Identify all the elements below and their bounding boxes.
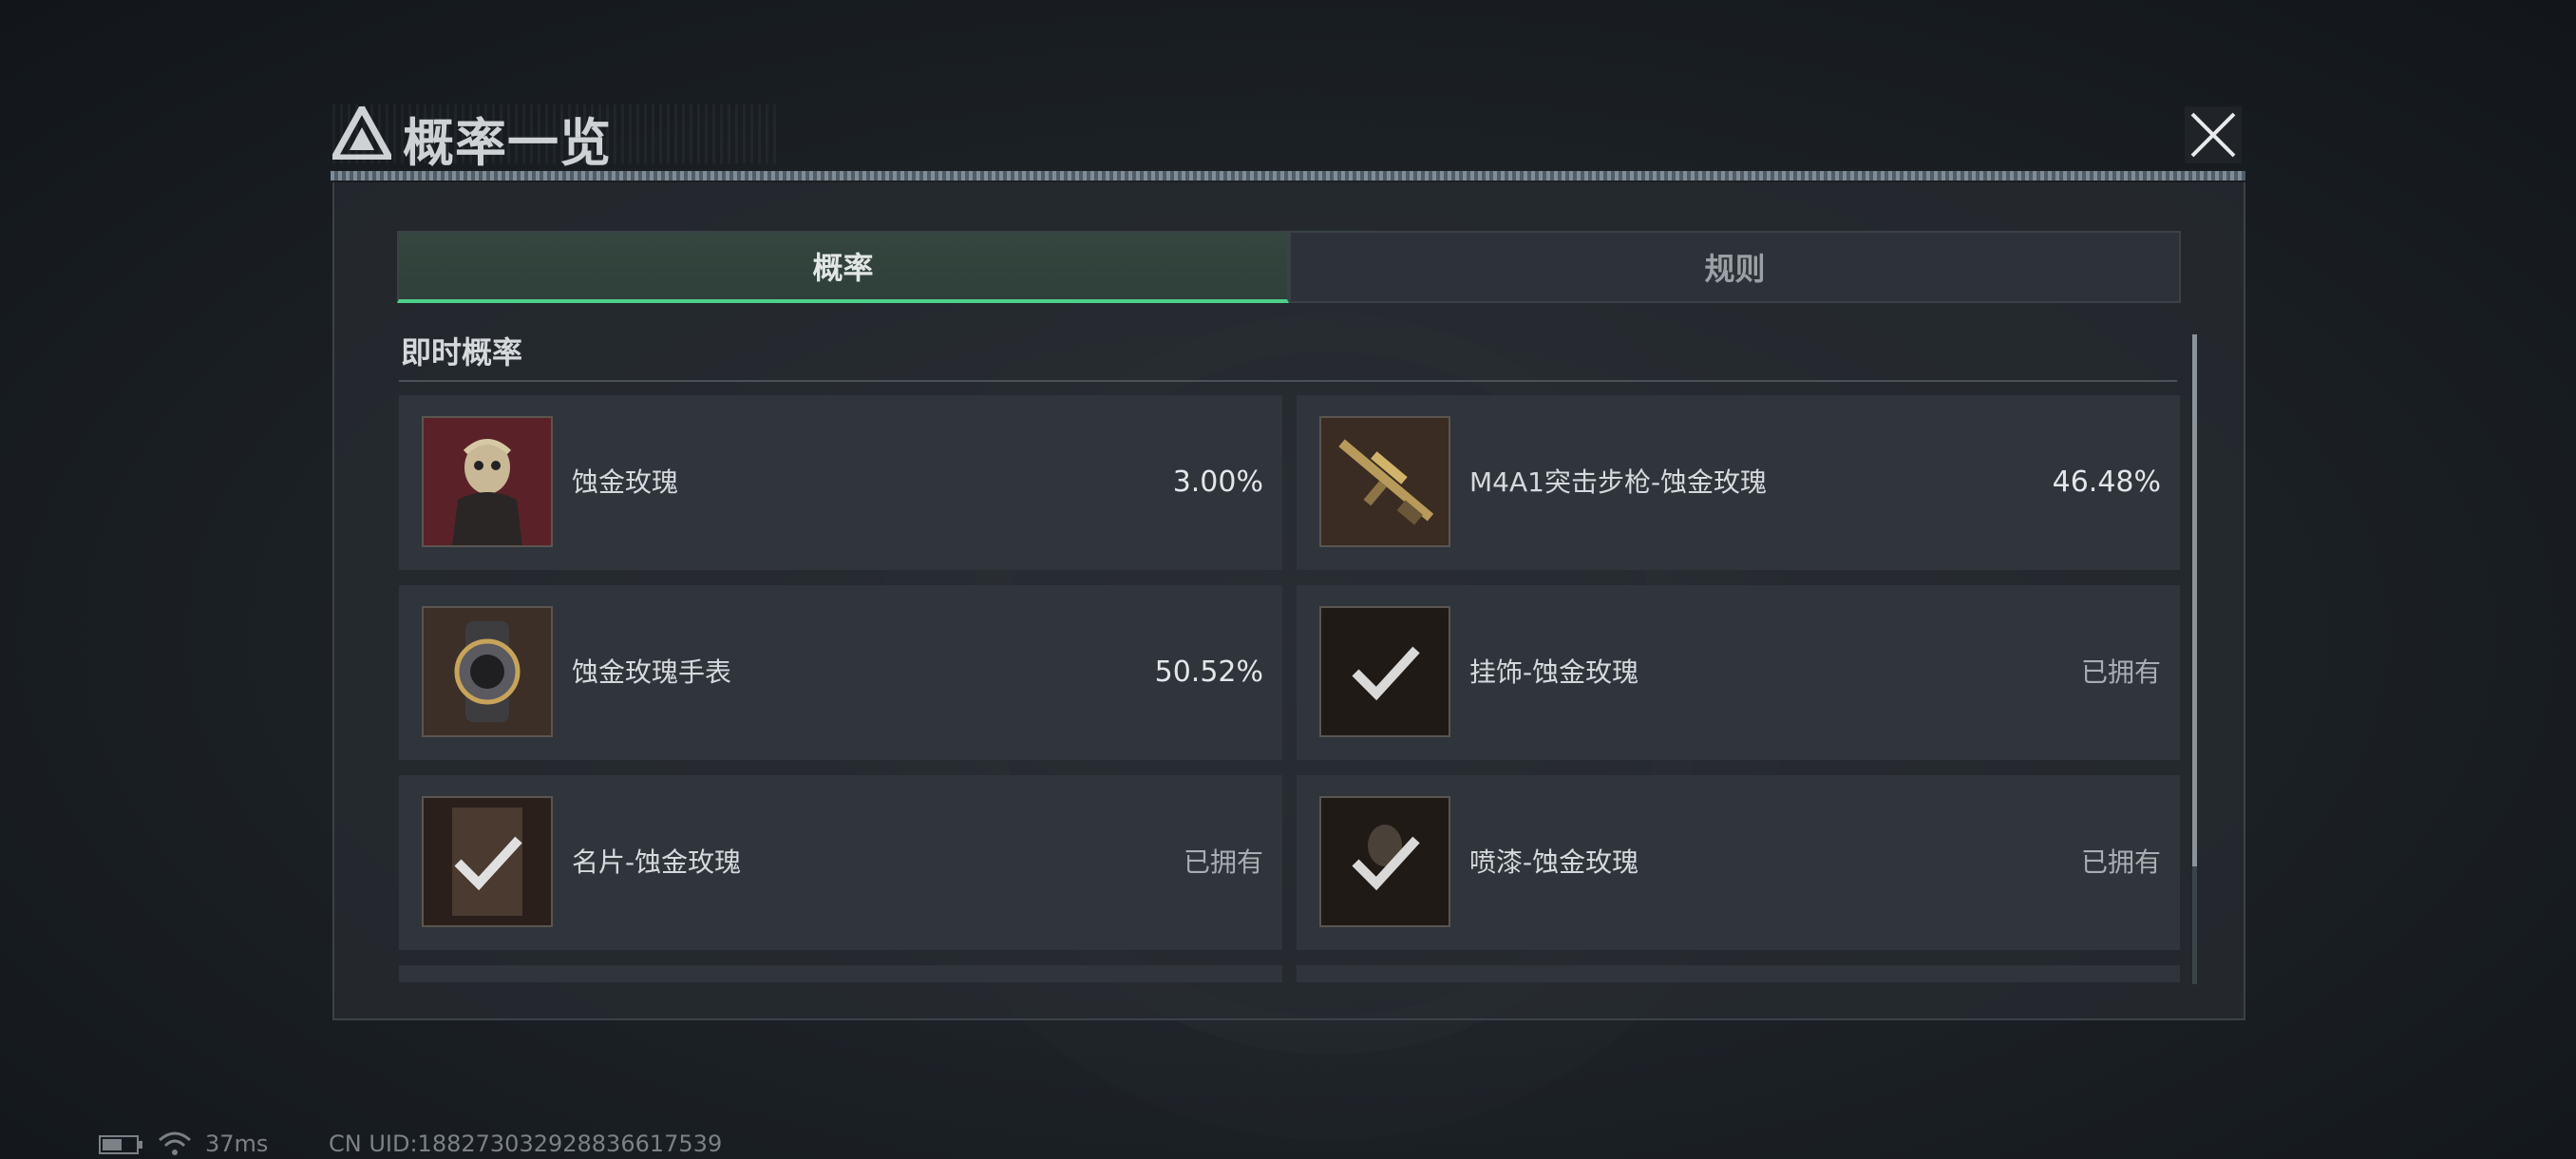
owned-status: 已拥有	[1183, 846, 1263, 878]
list-item[interactable]: 蚀金玫瑰 3.00%	[399, 395, 1282, 570]
user-uid: CN UID:18827303292883661753​9	[329, 1130, 723, 1157]
item-probability: 3.00%	[1172, 466, 1263, 499]
item-name: 挂饰-蚀金玫瑰	[1469, 656, 1639, 688]
list-item[interactable]: 名片-蚀金玫瑰 已拥有	[399, 775, 1282, 950]
section-divider	[399, 380, 2177, 382]
close-icon[interactable]	[2185, 106, 2242, 163]
scrollbar[interactable]	[2192, 334, 2197, 984]
logo-icon	[332, 106, 391, 160]
page-title: 概率一览	[403, 113, 612, 173]
tab-probability[interactable]: 概率	[397, 231, 1289, 303]
battery-icon	[99, 1135, 142, 1154]
owned-status: 已拥有	[2080, 656, 2161, 688]
header-divider	[331, 171, 2245, 180]
ping-readout: 37ms	[205, 1130, 269, 1157]
charm-owned-icon	[1319, 606, 1450, 737]
item-name: 蚀金玫瑰手表	[572, 656, 732, 688]
wifi-icon	[159, 1131, 191, 1155]
item-probability: 46.48%	[2052, 466, 2161, 499]
item-name: M4A1突击步枪-蚀金玫瑰	[1469, 466, 1768, 498]
tab-bar: 概率 规则	[397, 231, 2181, 303]
list-item[interactable]	[1297, 965, 2180, 982]
spray-owned-icon	[1319, 796, 1450, 927]
item-probability: 50.52%	[1154, 656, 1263, 689]
item-name: 蚀金玫瑰	[572, 466, 679, 498]
section-title: 即时概率	[401, 334, 523, 370]
watch-icon	[422, 606, 553, 737]
list-item[interactable]	[399, 965, 1282, 982]
tab-rules[interactable]: 规则	[1289, 231, 2181, 303]
scrollbar-thumb[interactable]	[2192, 334, 2197, 866]
list-item[interactable]: 蚀金玫瑰手表 50.52%	[399, 585, 1282, 760]
list-item[interactable]: 喷漆-蚀金玫瑰 已拥有	[1297, 775, 2180, 950]
list-item[interactable]: 挂饰-蚀金玫瑰 已拥有	[1297, 585, 2180, 760]
rifle-icon	[1319, 416, 1450, 547]
item-name: 喷漆-蚀金玫瑰	[1469, 846, 1639, 878]
character-skin-icon	[422, 416, 553, 547]
item-list[interactable]: 蚀金玫瑰 3.00% M4A1突击步枪-蚀金玫瑰 46.48% 蚀金玫瑰手表 5…	[399, 395, 2180, 982]
item-name: 名片-蚀金玫瑰	[572, 846, 742, 878]
list-item[interactable]: M4A1突击步枪-蚀金玫瑰 46.48%	[1297, 395, 2180, 570]
card-owned-icon	[422, 796, 553, 927]
owned-status: 已拥有	[2080, 846, 2161, 878]
